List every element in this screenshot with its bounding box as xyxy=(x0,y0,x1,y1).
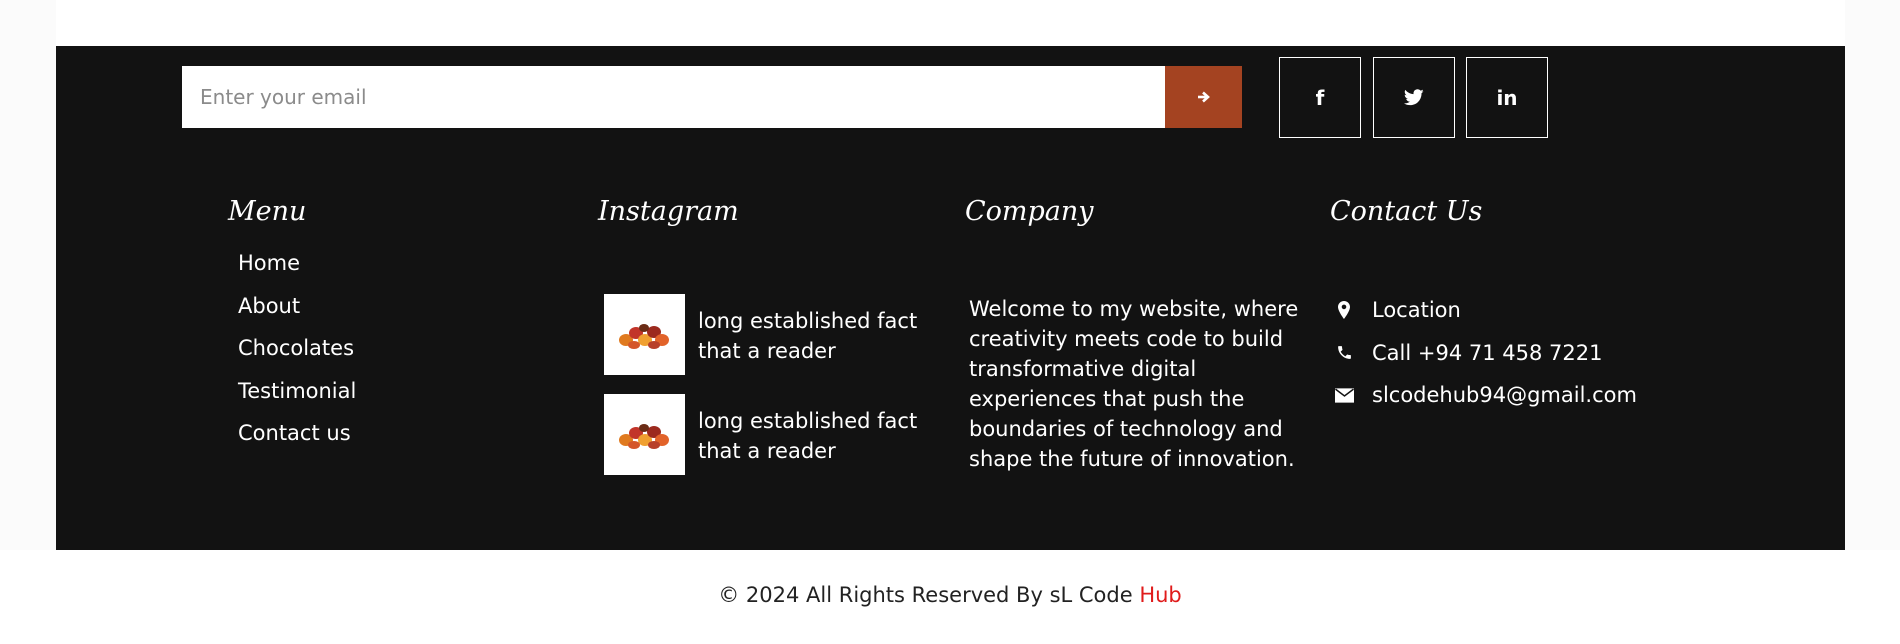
arrow-right-icon xyxy=(1197,91,1210,103)
contact-title: Contact Us xyxy=(1330,196,1483,227)
company-description: Welcome to my website, where creativity … xyxy=(969,297,1299,471)
chocolates-image xyxy=(618,423,669,449)
instagram-post[interactable]: long established fact that a reader xyxy=(604,294,964,375)
instagram-thumbnail xyxy=(604,294,685,375)
menu-item-home[interactable]: Home xyxy=(238,249,356,292)
facebook-button[interactable]: f xyxy=(1279,57,1361,138)
copyright-prefix: © 2024 All Rights Reserved By sL Code xyxy=(718,583,1140,607)
contact-location[interactable]: Location xyxy=(1334,289,1637,332)
menu-list: Home About Chocolates Testimonial Contac… xyxy=(238,249,356,462)
contact-location-text: Location xyxy=(1372,298,1461,323)
copyright-text: © 2024 All Rights Reserved By sL Code Hu… xyxy=(0,583,1900,607)
menu-item-chocolates[interactable]: Chocolates xyxy=(238,334,356,377)
contact-list: Location Call +94 71 458 7221 slcodehub9… xyxy=(1334,289,1637,417)
envelope-icon xyxy=(1334,385,1354,405)
content-section-bottom xyxy=(56,0,1845,46)
phone-icon xyxy=(1334,343,1354,363)
facebook-icon: f xyxy=(1315,85,1325,110)
contact-phone-text: Call +94 71 458 7221 xyxy=(1372,340,1603,365)
contact-email[interactable]: slcodehub94@gmail.com xyxy=(1334,374,1637,417)
instagram-post-text: long established fact that a reader xyxy=(698,409,918,463)
instagram-title: Instagram xyxy=(598,196,739,227)
company-title: Company xyxy=(965,196,1094,227)
menu-item-about[interactable]: About xyxy=(238,292,356,335)
copyright-hub[interactable]: Hub xyxy=(1139,583,1181,607)
page: f in Menu Home About Chocolates Testimon… xyxy=(0,0,1900,644)
linkedin-icon: in xyxy=(1496,85,1518,110)
menu-item-testimonial[interactable]: Testimonial xyxy=(238,377,356,420)
twitter-icon xyxy=(1404,89,1424,106)
instagram-thumbnail xyxy=(604,394,685,475)
chocolates-image xyxy=(618,323,669,349)
subscribe-button[interactable] xyxy=(1165,66,1242,128)
instagram-post-text: long established fact that a reader xyxy=(698,309,918,363)
twitter-button[interactable] xyxy=(1373,57,1455,138)
contact-email-text: slcodehub94@gmail.com xyxy=(1372,383,1637,408)
email-input[interactable] xyxy=(182,66,1165,128)
linkedin-button[interactable]: in xyxy=(1466,57,1548,138)
instagram-post[interactable]: long established fact that a reader xyxy=(604,394,964,475)
map-marker-icon xyxy=(1334,300,1354,320)
menu-title: Menu xyxy=(228,196,307,227)
contact-phone[interactable]: Call +94 71 458 7221 xyxy=(1334,332,1637,375)
newsletter-form xyxy=(182,66,1242,128)
menu-item-contact[interactable]: Contact us xyxy=(238,419,356,462)
